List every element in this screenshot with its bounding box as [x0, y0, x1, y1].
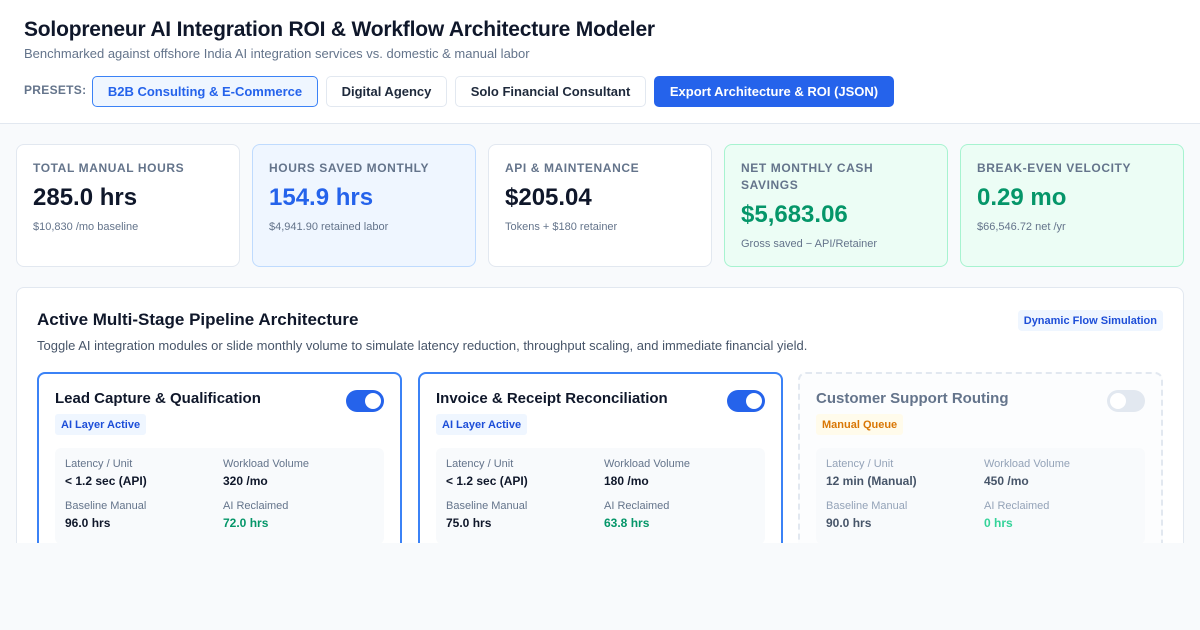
toggle-knob — [1110, 393, 1126, 409]
header: Solopreneur AI Integration ROI & Workflo… — [0, 0, 1200, 124]
latency-value: < 1.2 sec (API) — [65, 474, 147, 488]
latency-value: < 1.2 sec (API) — [446, 474, 528, 488]
kpi-break-even-velocity: Break-Even Velocity 0.29 mo $66,546.72 n… — [960, 144, 1184, 267]
pipeline-panel: Active Multi-Stage Pipeline Architecture… — [16, 287, 1184, 587]
volume-value: 180 /mo — [604, 474, 649, 488]
stage-toggle[interactable] — [346, 390, 384, 412]
baseline-value: 96.0 hrs — [65, 516, 111, 530]
volume-value: 450 /mo — [984, 474, 1029, 488]
latency-label: Latency / Unit — [65, 458, 133, 470]
pipeline-title: Active Multi-Stage Pipeline Architecture — [37, 310, 359, 329]
baseline-label: Baseline Manual — [826, 500, 908, 512]
reclaimed-label: AI Reclaimed — [604, 500, 670, 512]
kpi-label: Hours Saved Monthly — [269, 161, 430, 175]
stage-status-badge: Manual Queue — [816, 414, 904, 435]
kpi-value: 0.29 mo — [977, 184, 1067, 211]
stage-card-invoice-reconciliation: Invoice & Receipt Reconciliation AI Laye… — [418, 372, 783, 572]
reclaimed-label: AI Reclaimed — [984, 500, 1050, 512]
kpi-value: 285.0 hrs — [33, 184, 138, 211]
volume-label: Workload Volume — [223, 458, 310, 470]
kpi-label: Break-Even Velocity — [977, 161, 1132, 175]
latency-label: Latency / Unit — [446, 458, 514, 470]
page-title: Solopreneur AI Integration ROI & Workflo… — [24, 18, 655, 41]
export-json-button[interactable]: Export Architecture & ROI (JSON) — [654, 76, 894, 107]
kpi-total-manual-hours: Total Manual Hours 285.0 hrs $10,830 /mo… — [16, 144, 240, 267]
stage-name: Customer Support Routing — [816, 390, 1009, 407]
stage-metrics: Latency / Unit < 1.2 sec (API) Workload V… — [55, 448, 384, 544]
stage-name: Lead Capture & Qualification — [55, 390, 261, 407]
kpi-hours-saved: Hours Saved Monthly 154.9 hrs $4,941.90 … — [252, 144, 476, 267]
kpi-sub: $4,941.90 retained labor — [269, 221, 389, 233]
stage-toggle[interactable] — [727, 390, 765, 412]
kpi-label: Total Manual Hours — [33, 161, 185, 175]
kpi-net-monthly-savings: Net Monthly Cash Savings $5,683.06 Gross… — [724, 144, 948, 267]
toggle-knob — [746, 393, 762, 409]
kpi-sub: $10,830 /mo baseline — [33, 221, 139, 233]
reclaimed-value: 72.0 hrs — [223, 516, 269, 530]
volume-label: Workload Volume — [604, 458, 691, 470]
kpi-sub: Gross saved − API/Retainer — [741, 238, 878, 250]
reclaimed-label: AI Reclaimed — [223, 500, 289, 512]
stage-card-lead-capture: Lead Capture & Qualification AI Layer Ac… — [37, 372, 402, 572]
kpi-label: Net Monthly Cash Savings — [741, 161, 874, 192]
reclaimed-value: 0 hrs — [984, 516, 1013, 530]
preset-digital-agency-button[interactable]: Digital Agency — [326, 76, 447, 107]
preset-b2b-consulting-button[interactable]: B2B Consulting & E-Commerce — [92, 76, 318, 107]
baseline-label: Baseline Manual — [65, 500, 147, 512]
kpi-value: $205.04 — [505, 184, 592, 211]
pipeline-description: Toggle AI integration modules or slide m… — [37, 338, 808, 353]
stage-name: Invoice & Receipt Reconciliation — [436, 390, 668, 407]
latency-value: 12 min (Manual) — [826, 474, 917, 488]
stage-card-customer-support: Customer Support Routing Manual Queue La… — [798, 372, 1163, 572]
kpi-sub: $66,546.72 net /yr — [977, 221, 1066, 233]
kpi-api-maintenance: API & Maintenance $205.04 Tokens + $180 … — [488, 144, 712, 267]
baseline-label: Baseline Manual — [446, 500, 528, 512]
baseline-value: 75.0 hrs — [446, 516, 492, 530]
stage-toggle[interactable] — [1107, 390, 1145, 412]
stage-status-badge: AI Layer Active — [55, 414, 147, 435]
volume-label: Workload Volume — [984, 458, 1071, 470]
volume-value: 320 /mo — [223, 474, 268, 488]
presets-label: PRESETS: — [24, 83, 87, 97]
reclaimed-value: 63.8 hrs — [604, 516, 650, 530]
flow-simulation-badge: Dynamic Flow Simulation — [1017, 310, 1163, 331]
page-background — [0, 543, 1200, 630]
latency-label: Latency / Unit — [826, 458, 894, 470]
page-subtitle: Benchmarked against offshore India AI in… — [24, 46, 530, 61]
kpi-value: 154.9 hrs — [269, 184, 374, 211]
stage-metrics: Latency / Unit 12 min (Manual) Workload V… — [816, 448, 1145, 544]
baseline-value: 90.0 hrs — [826, 516, 872, 530]
kpi-sub: Tokens + $180 retainer — [505, 221, 618, 233]
kpi-label: API & Maintenance — [505, 161, 640, 175]
stage-status-badge: AI Layer Active — [436, 414, 528, 435]
toggle-knob — [365, 393, 381, 409]
preset-financial-consultant-button[interactable]: Solo Financial Consultant — [455, 76, 646, 107]
kpi-value: $5,683.06 — [741, 201, 848, 228]
stage-metrics: Latency / Unit < 1.2 sec (API) Workload V… — [436, 448, 765, 544]
